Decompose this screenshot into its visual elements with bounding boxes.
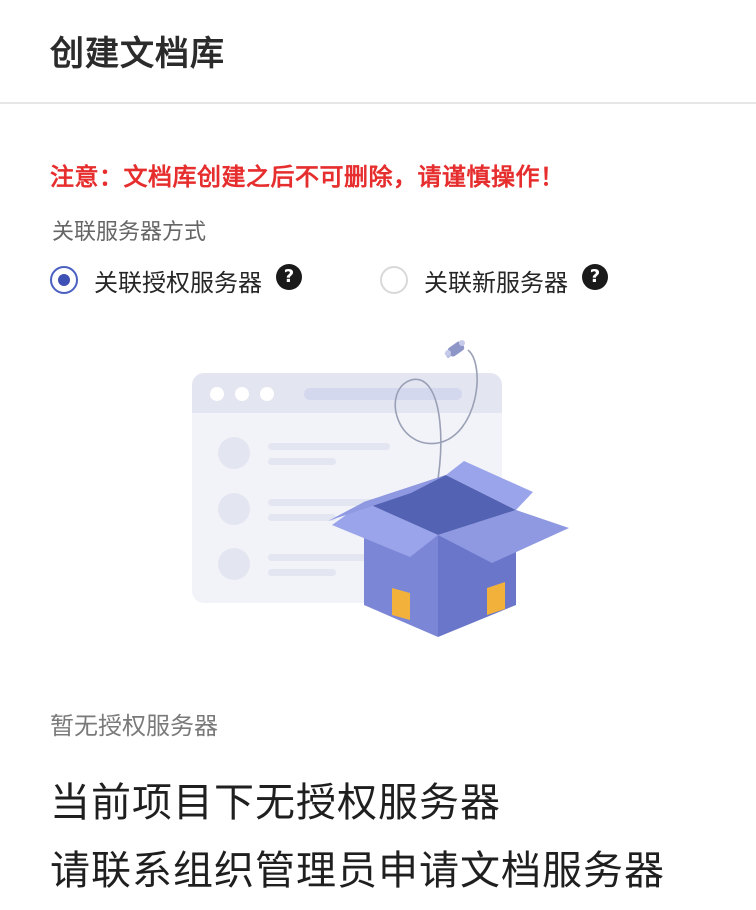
association-radio-group: 关联授权服务器 ? 关联新服务器 ? bbox=[50, 260, 670, 300]
page-title: 创建文档库 bbox=[50, 34, 225, 74]
warning-message: 注意：文档库创建之后不可删除，请谨慎操作！ bbox=[50, 163, 565, 191]
radio-option-new-server[interactable]: 关联新服务器 ? bbox=[380, 260, 608, 300]
radio-label-new-server: 关联新服务器 bbox=[424, 268, 568, 297]
page-header: 创建文档库 bbox=[0, 0, 756, 104]
radio-option-authorized-server[interactable]: 关联授权服务器 ? bbox=[50, 260, 302, 300]
question-circle-icon[interactable]: ? bbox=[582, 264, 608, 290]
empty-state-hint: 暂无授权服务器 bbox=[50, 712, 218, 740]
empty-state-message-line1: 当前项目下无授权服务器 bbox=[50, 780, 501, 826]
radio-unchecked-icon[interactable] bbox=[380, 266, 408, 294]
radio-label-authorized-server: 关联授权服务器 bbox=[94, 268, 262, 297]
question-circle-icon[interactable]: ? bbox=[276, 264, 302, 290]
radio-checked-icon[interactable] bbox=[50, 266, 78, 294]
empty-box-illustration bbox=[192, 340, 569, 637]
association-method-label: 关联服务器方式 bbox=[52, 220, 207, 245]
empty-state-message-line2: 请联系组织管理员申请文档服务器 bbox=[50, 848, 665, 894]
